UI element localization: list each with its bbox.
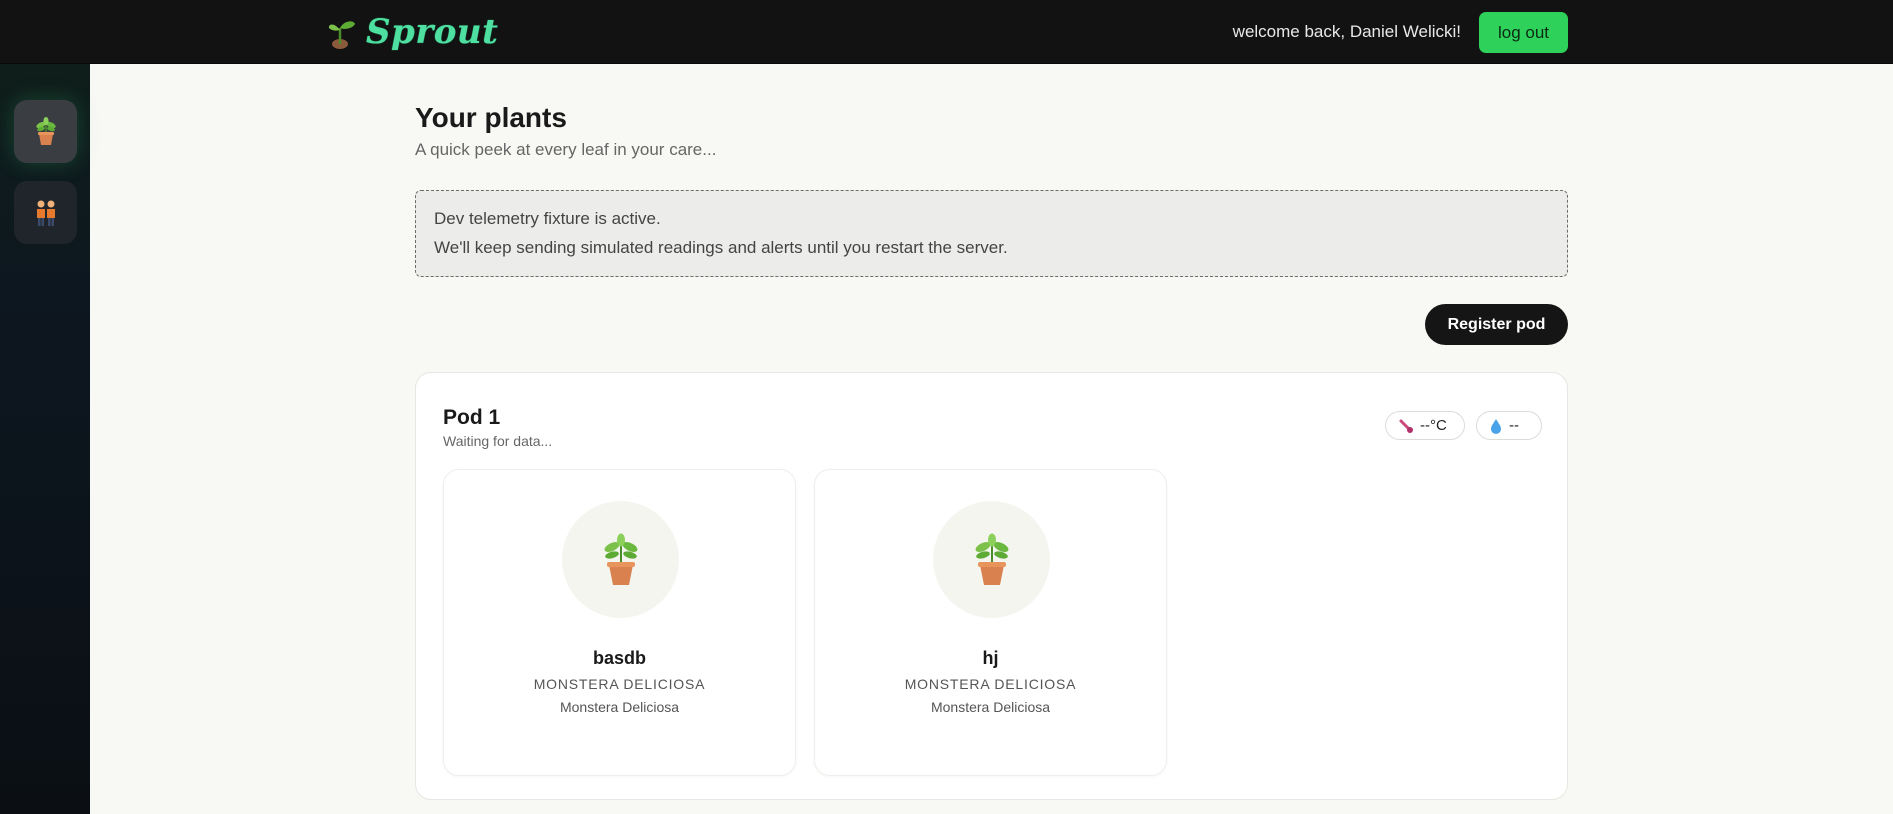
page-subtitle: A quick peek at every leaf in your care.…	[415, 140, 717, 159]
brand-logo[interactable]: Sprout	[328, 14, 498, 50]
thermometer-icon	[1399, 419, 1413, 433]
plant-avatar	[933, 501, 1050, 618]
potted-plant-icon	[604, 533, 637, 585]
page-title: Your plants	[415, 102, 567, 133]
notice-body: We'll keep sending simulated readings an…	[434, 238, 1008, 257]
plant-name: basdb	[592, 648, 646, 668]
brand-name: Sprout	[366, 12, 499, 52]
sidebar	[0, 64, 90, 814]
people-icon	[36, 200, 55, 226]
temperature-chip: --°C	[1385, 411, 1465, 440]
moisture-chip: --	[1476, 411, 1542, 440]
plant-name: hj	[982, 648, 999, 668]
moisture-value: --	[1509, 417, 1519, 434]
register-pod-button[interactable]: Register pod	[1425, 304, 1568, 345]
pod-card: Pod 1 Waiting for data... --°C -- basdb …	[415, 372, 1568, 800]
pod-name: Pod 1	[443, 406, 501, 429]
logout-button[interactable]: log out	[1479, 12, 1568, 53]
welcome-message: welcome back, Daniel Welicki!	[1232, 22, 1461, 41]
potted-plant-icon	[35, 116, 56, 145]
plant-card[interactable]: hj MONSTERA DELICIOSA Monstera Deliciosa	[814, 469, 1167, 776]
plant-avatar	[562, 501, 679, 618]
sprout-icon	[328, 21, 355, 49]
water-drop-icon	[1491, 418, 1501, 434]
plant-common-name: Monstera Deliciosa	[930, 699, 1051, 715]
temperature-value: --°C	[1420, 417, 1447, 434]
sidebar-item-plants[interactable]	[14, 100, 77, 163]
pod-status: Waiting for data...	[443, 433, 553, 449]
plant-common-name: Monstera Deliciosa	[559, 699, 680, 715]
plant-species: MONSTERA DELICIOSA	[533, 676, 706, 692]
dev-telemetry-notice: Dev telemetry fixture is active. We'll k…	[415, 190, 1568, 277]
plant-species: MONSTERA DELICIOSA	[904, 676, 1077, 692]
plant-card[interactable]: basdb MONSTERA DELICIOSA Monstera Delici…	[443, 469, 796, 776]
top-bar: Sprout welcome back, Daniel Welicki! log…	[0, 0, 1893, 64]
sidebar-item-people[interactable]	[14, 181, 77, 244]
potted-plant-icon	[975, 533, 1008, 585]
notice-title: Dev telemetry fixture is active.	[434, 209, 661, 228]
